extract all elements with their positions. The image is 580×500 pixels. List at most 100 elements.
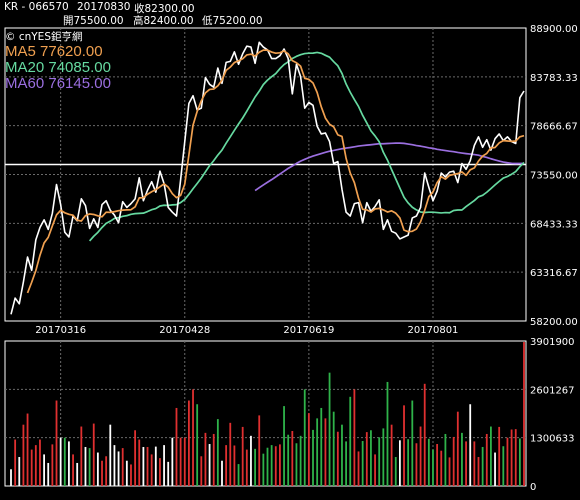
volume-bar xyxy=(419,426,422,486)
legend-entry: MA60 76145.00 xyxy=(5,75,111,92)
volume-bar xyxy=(386,381,389,486)
volume-bar xyxy=(88,448,91,486)
volume-bar xyxy=(125,460,128,486)
volume-bar xyxy=(188,400,190,486)
volume-bar xyxy=(43,454,45,486)
volume-bar xyxy=(208,444,211,486)
date-tick: 20170801 xyxy=(408,325,459,336)
volume-bar xyxy=(163,445,165,486)
volume-bar xyxy=(411,400,414,486)
volume-bar xyxy=(283,406,285,486)
price-y-tick: 83783.33 xyxy=(530,73,578,84)
volume-bar xyxy=(518,438,521,486)
volume-bar xyxy=(332,411,335,486)
volume-bar xyxy=(150,454,153,486)
volume-bar xyxy=(134,430,137,486)
volume-bar xyxy=(84,446,87,486)
date-tick: 20170619 xyxy=(283,325,334,336)
volume-y-tick: 2601267 xyxy=(530,385,575,396)
volume-bar xyxy=(398,440,401,486)
volume-bar xyxy=(456,411,459,486)
volume-bar xyxy=(192,389,194,486)
legend: MA5 77620.00MA20 74085.00MA60 76145.00 xyxy=(5,43,111,92)
volume-bar xyxy=(312,429,314,486)
volume-bar xyxy=(465,441,467,486)
volume-bar xyxy=(370,430,372,486)
volume-y-tick: 0 xyxy=(530,482,536,493)
volume-panel-frame xyxy=(4,340,527,487)
volume-y-tick: 1300633 xyxy=(530,434,575,445)
volume-bar xyxy=(481,446,484,486)
volume-bar xyxy=(26,413,29,486)
volume-bar xyxy=(96,452,99,486)
volume-bar xyxy=(498,426,501,486)
volume-bar xyxy=(303,389,306,486)
volume-bar xyxy=(345,441,347,486)
volume-bar xyxy=(374,454,376,486)
volume-bar xyxy=(117,451,120,486)
volume-bar xyxy=(200,456,203,486)
volume-bar xyxy=(92,423,95,486)
volume-bar xyxy=(494,452,496,486)
volume-bar xyxy=(523,342,525,486)
volume-bar xyxy=(10,469,12,486)
volume-bar xyxy=(225,445,228,486)
volume-bar xyxy=(394,457,397,486)
volume-bar xyxy=(378,437,381,486)
volume-bar xyxy=(241,426,244,486)
volume-bar xyxy=(245,449,248,486)
volume-bar xyxy=(353,389,356,486)
volume-bar xyxy=(390,424,393,486)
volume-bar xyxy=(357,451,360,486)
stock-chart: 88900.00 83783.33 78666.67 73550.00 68433.33… xyxy=(4,24,578,493)
legend-entry: MA20 74085.00 xyxy=(5,59,111,76)
volume-bar xyxy=(34,445,37,486)
volume-bar xyxy=(469,404,472,486)
volume-bar xyxy=(51,444,54,486)
volume-bar xyxy=(105,456,108,486)
brand-watermark: © cnYES鉅亨網 xyxy=(5,30,82,43)
volume-bar xyxy=(423,383,426,486)
volume-bar xyxy=(510,429,513,486)
volume-bar xyxy=(159,458,161,486)
price-y-tick: 63316.67 xyxy=(530,268,578,279)
volume-bar xyxy=(80,426,83,486)
volume-grid xyxy=(5,341,526,486)
volume-bar xyxy=(270,445,273,486)
volume-bar xyxy=(444,433,447,486)
volume-bar xyxy=(291,431,294,486)
volume-bar xyxy=(59,437,62,486)
volume-panel: 3901900 2601267 1300633 0 xyxy=(4,337,575,493)
volume-bar xyxy=(63,437,66,486)
volume-bar xyxy=(18,457,21,486)
price-y-tick: 88900.00 xyxy=(530,24,578,35)
volume-bar xyxy=(39,439,41,486)
legend-entry: MA5 77620.00 xyxy=(5,43,103,60)
date-axis: 20170316 20170428 20170619 20170801 xyxy=(35,325,458,336)
volume-bar xyxy=(324,418,327,486)
volume-bar xyxy=(502,446,505,486)
volume-bar xyxy=(262,453,265,486)
volume-bar xyxy=(14,439,17,486)
volume-bar xyxy=(68,441,70,486)
volume-bar xyxy=(477,457,480,486)
volume-bar xyxy=(233,445,236,486)
volume-bar xyxy=(295,443,298,486)
volume-bar xyxy=(142,446,145,486)
volume-bar xyxy=(452,436,455,486)
volume-bar xyxy=(506,437,509,486)
volume-bar xyxy=(415,443,418,486)
volume-bar xyxy=(287,434,290,486)
volume-bar xyxy=(307,413,310,486)
volume-bar xyxy=(121,448,124,486)
volume-bars xyxy=(10,342,525,486)
volume-bar xyxy=(432,449,434,486)
volume-bar xyxy=(72,454,74,486)
date-tick: 20170428 xyxy=(159,325,210,336)
volume-bar xyxy=(101,460,103,486)
volume-y-axis: 3901900 2601267 1300633 0 xyxy=(530,337,575,493)
volume-bar xyxy=(130,464,132,486)
price-y-axis: 88900.00 83783.33 78666.67 73550.00 68433.33… xyxy=(530,24,578,328)
volume-bar xyxy=(221,460,223,486)
series-line-ma20 xyxy=(88,51,525,242)
